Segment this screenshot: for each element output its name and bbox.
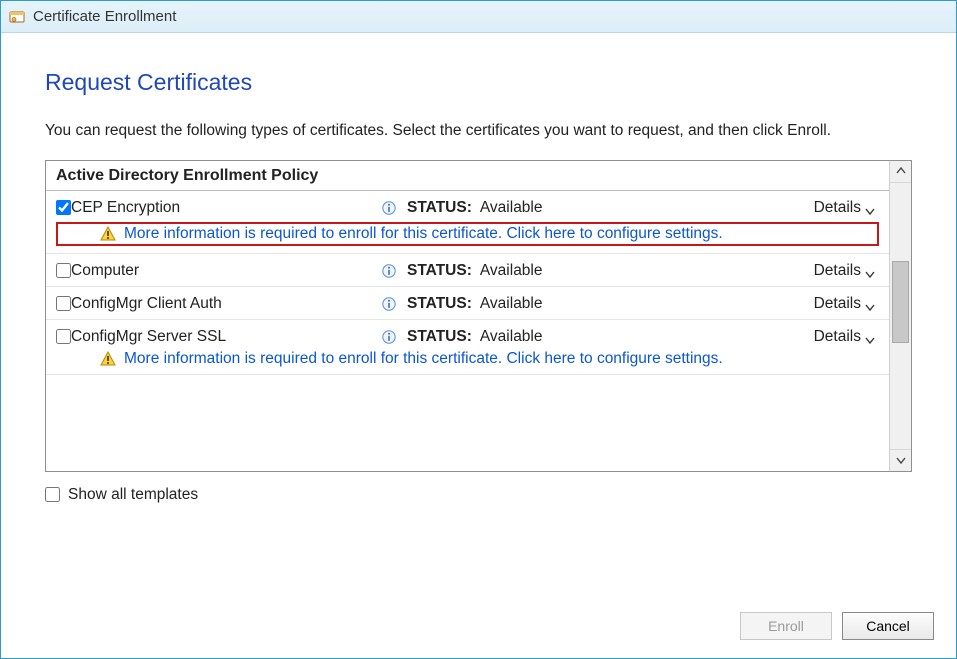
scroll-track[interactable] — [890, 183, 911, 449]
cert-row: ConfigMgr Server SSL STATUS: Available Deta… — [46, 320, 889, 375]
info-icon — [381, 329, 397, 345]
cert-row: ConfigMgr Client Auth STATUS: Available Det… — [46, 287, 889, 320]
cert-line: CEP Encryption STATUS: Available Details — [56, 199, 879, 217]
show-all-row: Show all templates — [45, 486, 912, 504]
cert-checkbox[interactable] — [56, 263, 71, 278]
cert-name: Computer — [71, 262, 381, 280]
titlebar[interactable]: Certificate Enrollment — [1, 1, 956, 33]
cert-name: ConfigMgr Server SSL — [71, 328, 381, 346]
cert-line: Computer STATUS: Available Details — [56, 262, 879, 280]
cert-line: ConfigMgr Client Auth STATUS: Available Det… — [56, 295, 879, 313]
cert-checkbox[interactable] — [56, 329, 71, 344]
page-title: Request Certificates — [45, 69, 912, 96]
status-value: Available — [480, 328, 543, 346]
chevron-down-icon — [865, 266, 875, 276]
info-icon — [381, 263, 397, 279]
scroll-up-button[interactable] — [890, 161, 911, 183]
cancel-button[interactable]: Cancel — [842, 612, 934, 640]
dialog-window: Certificate Enrollment Request Certifica… — [0, 0, 957, 659]
cert-name: CEP Encryption — [71, 199, 381, 217]
policy-header: Active Directory Enrollment Policy — [46, 161, 889, 191]
intro-text: You can request the following types of c… — [45, 120, 912, 142]
chevron-down-icon — [865, 299, 875, 309]
status-block: STATUS: Available — [381, 199, 814, 217]
details-expander[interactable]: Details — [814, 328, 879, 346]
certificate-listbox: Active Directory Enrollment Policy CEP E… — [45, 160, 912, 472]
status-block: STATUS: Available — [381, 295, 814, 313]
details-label: Details — [814, 328, 861, 346]
warning-icon — [100, 226, 116, 242]
more-info-row: More information is required to enroll f… — [56, 350, 879, 368]
show-all-checkbox[interactable] — [45, 487, 60, 502]
chevron-down-icon — [865, 332, 875, 342]
status-label: STATUS: — [407, 262, 472, 280]
scroll-thumb[interactable] — [892, 261, 909, 343]
status-label: STATUS: — [407, 328, 472, 346]
cert-row: Computer STATUS: Available Details — [46, 254, 889, 287]
details-expander[interactable]: Details — [814, 295, 879, 313]
dialog-footer: Enroll Cancel — [1, 598, 956, 658]
window-title: Certificate Enrollment — [33, 8, 176, 25]
configure-settings-link[interactable]: More information is required to enroll f… — [124, 225, 723, 243]
details-label: Details — [814, 262, 861, 280]
details-label: Details — [814, 295, 861, 313]
cert-line: ConfigMgr Server SSL STATUS: Available Deta… — [56, 328, 879, 346]
details-expander[interactable]: Details — [814, 262, 879, 280]
details-label: Details — [814, 199, 861, 217]
content-area: Request Certificates You can request the… — [1, 33, 956, 598]
details-expander[interactable]: Details — [814, 199, 879, 217]
status-block: STATUS: Available — [381, 328, 814, 346]
certificate-list: Active Directory Enrollment Policy CEP E… — [46, 161, 889, 471]
cert-enrollment-icon — [9, 9, 25, 25]
configure-settings-link[interactable]: More information is required to enroll f… — [124, 350, 723, 368]
status-label: STATUS: — [407, 295, 472, 313]
more-info-row: More information is required to enroll f… — [56, 222, 879, 246]
status-value: Available — [480, 262, 543, 280]
warning-icon — [100, 351, 116, 367]
cert-name: ConfigMgr Client Auth — [71, 295, 381, 313]
cert-row: CEP Encryption STATUS: Available Details Mor… — [46, 191, 889, 254]
enroll-button[interactable]: Enroll — [740, 612, 832, 640]
info-icon — [381, 296, 397, 312]
status-value: Available — [480, 199, 543, 217]
cert-checkbox[interactable] — [56, 296, 71, 311]
info-icon — [381, 200, 397, 216]
cert-checkbox[interactable] — [56, 200, 71, 215]
status-label: STATUS: — [407, 199, 472, 217]
status-value: Available — [480, 295, 543, 313]
vertical-scrollbar[interactable] — [889, 161, 911, 471]
status-block: STATUS: Available — [381, 262, 814, 280]
scroll-down-button[interactable] — [890, 449, 911, 471]
show-all-label[interactable]: Show all templates — [68, 486, 198, 504]
chevron-down-icon — [865, 203, 875, 213]
